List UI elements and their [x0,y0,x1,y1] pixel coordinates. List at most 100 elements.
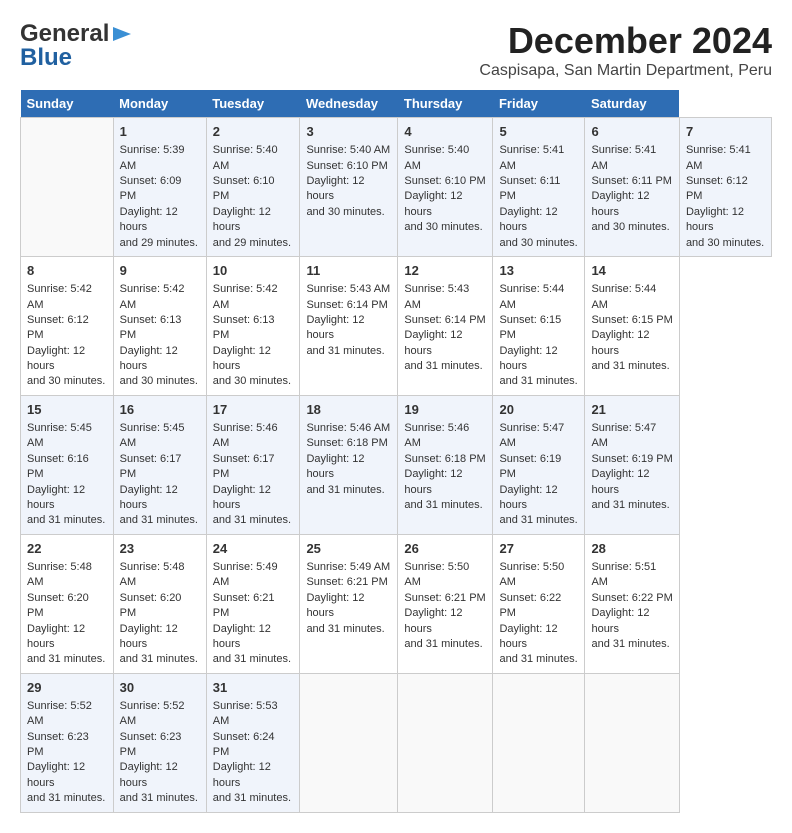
day-info: and 31 minutes. [499,652,578,667]
day-info: and 31 minutes. [27,513,107,528]
day-info: Sunrise: 5:43 AM [306,282,391,297]
day-info: and 31 minutes. [213,513,294,528]
header-tuesday: Tuesday [206,90,300,118]
calendar-cell: 4Sunrise: 5:40 AMSunset: 6:10 PMDaylight… [398,118,493,257]
day-info: Daylight: 12 hours [686,205,765,236]
main-title: December 2024 [479,20,772,62]
day-info: Daylight: 12 hours [591,606,672,637]
day-number: 28 [591,540,672,558]
day-info: Daylight: 12 hours [213,483,294,514]
calendar-cell: 30Sunrise: 5:52 AMSunset: 6:23 PMDayligh… [113,673,206,812]
day-number: 24 [213,540,294,558]
calendar-cell: 8Sunrise: 5:42 AMSunset: 6:12 PMDaylight… [21,256,114,395]
day-info: and 31 minutes. [499,513,578,528]
day-info: and 31 minutes. [591,498,672,513]
day-info: Sunset: 6:23 PM [120,730,200,761]
day-number: 16 [120,401,200,419]
day-info: Daylight: 12 hours [591,328,672,359]
header-friday: Friday [493,90,585,118]
day-info: Daylight: 12 hours [120,622,200,653]
day-info: Sunset: 6:22 PM [499,591,578,622]
day-info: Sunset: 6:21 PM [213,591,294,622]
day-info: and 31 minutes. [213,652,294,667]
day-info: and 31 minutes. [306,344,391,359]
day-info: Sunset: 6:20 PM [27,591,107,622]
day-info: Sunrise: 5:39 AM [120,143,200,174]
day-number: 27 [499,540,578,558]
day-info: Daylight: 12 hours [306,174,391,205]
day-number: 4 [404,123,486,141]
day-info: Sunset: 6:14 PM [404,313,486,328]
day-info: and 31 minutes. [404,637,486,652]
day-number: 7 [686,123,765,141]
day-info: Sunset: 6:10 PM [306,159,391,174]
day-info: Sunset: 6:12 PM [27,313,107,344]
day-info: Sunrise: 5:51 AM [591,560,672,591]
day-info: Sunrise: 5:45 AM [120,421,200,452]
header-wednesday: Wednesday [300,90,398,118]
day-info: Sunset: 6:11 PM [591,174,672,189]
day-info: Daylight: 12 hours [499,205,578,236]
day-info: Daylight: 12 hours [306,591,391,622]
day-info: Sunset: 6:09 PM [120,174,200,205]
calendar-cell: 29Sunrise: 5:52 AMSunset: 6:23 PMDayligh… [21,673,114,812]
day-info: and 30 minutes. [591,220,672,235]
day-info: Sunrise: 5:40 AM [213,143,294,174]
logo: General Blue [20,20,133,72]
day-info: Sunset: 6:17 PM [213,452,294,483]
day-info: Sunrise: 5:40 AM [404,143,486,174]
day-info: Sunrise: 5:41 AM [686,143,765,174]
day-info: Sunrise: 5:42 AM [213,282,294,313]
day-info: Sunset: 6:18 PM [404,452,486,467]
day-info: Sunrise: 5:41 AM [591,143,672,174]
day-info: Sunrise: 5:46 AM [404,421,486,452]
calendar-table: SundayMondayTuesdayWednesdayThursdayFrid… [20,90,772,813]
day-info: Sunrise: 5:46 AM [213,421,294,452]
calendar-cell: 1Sunrise: 5:39 AMSunset: 6:09 PMDaylight… [113,118,206,257]
day-number: 11 [306,262,391,280]
calendar-cell [21,118,114,257]
day-number: 22 [27,540,107,558]
day-info: Sunrise: 5:45 AM [27,421,107,452]
day-info: Sunset: 6:20 PM [120,591,200,622]
day-info: and 31 minutes. [213,791,294,806]
calendar-cell: 27 Sunrise: 5:50 AMSunset: 6:22 PMDayligh… [493,534,585,673]
calendar-cell: 13Sunrise: 5:44 AMSunset: 6:15 PMDayligh… [493,256,585,395]
day-info: Daylight: 12 hours [120,344,200,375]
day-number: 5 [499,123,578,141]
day-number: 8 [27,262,107,280]
day-info: Daylight: 12 hours [213,205,294,236]
day-info: Sunrise: 5:43 AM [404,282,486,313]
day-info: Daylight: 12 hours [499,483,578,514]
day-number: 18 [306,401,391,419]
calendar-cell: 10Sunrise: 5:42 AMSunset: 6:13 PMDayligh… [206,256,300,395]
subtitle: Caspisapa, San Martin Department, Peru [479,62,772,80]
calendar-cell [300,673,398,812]
header-saturday: Saturday [585,90,679,118]
week-row-2: 8 Sunrise: 5:42 AM Sunset: 6:12 PM Daylight… [21,256,772,395]
day-info: Sunrise: 5:53 AM [213,699,294,730]
day-info: Sunset: 6:23 PM [27,730,107,761]
day-info: and 31 minutes. [591,637,672,652]
day-info: Sunrise: 5:50 AM [499,560,578,591]
calendar-cell: 15Sunrise: 5:45 AMSunset: 6:16 PMDayligh… [21,395,114,534]
week-row-4: 22Sunrise: 5:48 AMSunset: 6:20 PMDayligh… [21,534,772,673]
day-info: Daylight: 12 hours [120,205,200,236]
day-number: 20 [499,401,578,419]
day-info: and 31 minutes. [404,498,486,513]
day-number: 13 [499,262,578,280]
calendar-cell: 24Sunrise: 5:49 AMSunset: 6:21 PMDayligh… [206,534,300,673]
day-info: Daylight: 12 hours [404,606,486,637]
day-info: Daylight: 12 hours [27,760,107,791]
day-info: Daylight: 12 hours [499,344,578,375]
day-info: and 31 minutes. [120,513,200,528]
day-number: 2 [213,123,294,141]
day-info: and 30 minutes. [404,220,486,235]
day-info: and 31 minutes. [27,652,107,667]
day-info: and 31 minutes. [120,791,200,806]
day-info: Sunrise: 5:50 AM [404,560,486,591]
day-info: Daylight: 12 hours [591,189,672,220]
day-info: Sunset: 6:10 PM [213,174,294,205]
day-info: Daylight: 12 hours [499,622,578,653]
day-info: Sunset: 6:15 PM [499,313,578,344]
